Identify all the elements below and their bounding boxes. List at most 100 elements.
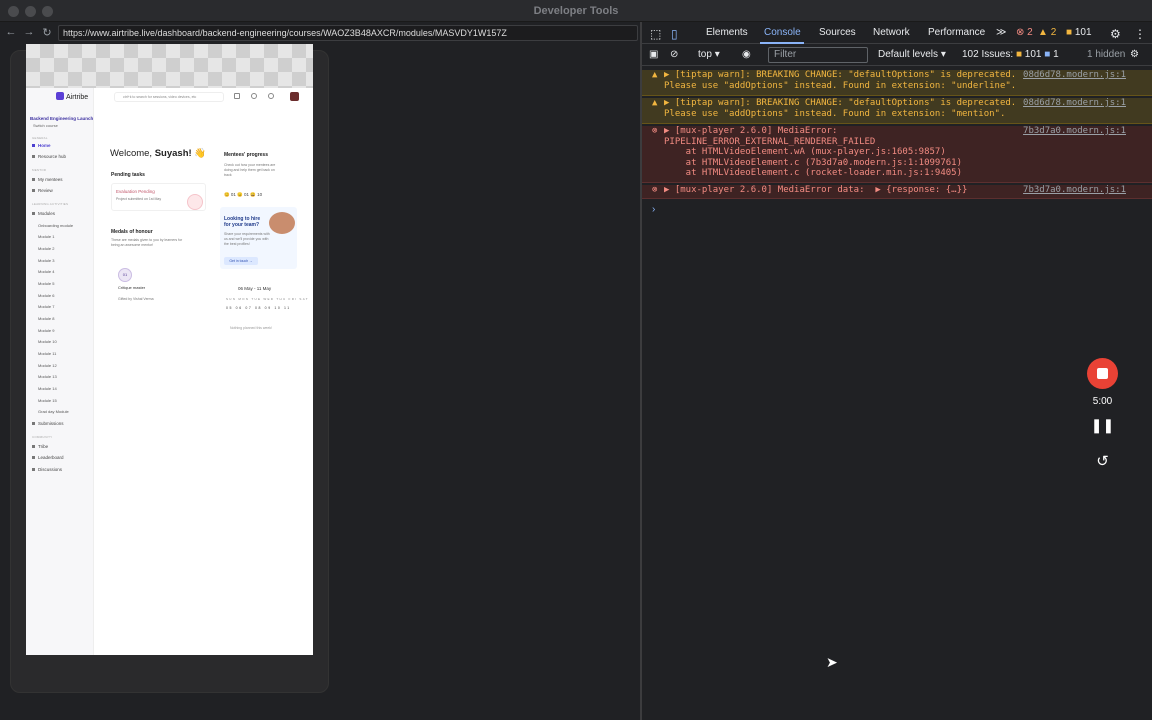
sidebar-item-review[interactable]: Review	[32, 188, 53, 193]
issue-info-icon: ■	[1044, 49, 1051, 60]
console-error-message[interactable]: ⊗ ▶ [mux-player 2.6.0] MediaError: PIPELI…	[642, 126, 1152, 183]
warning-count-badge[interactable]: ▲ 2	[1038, 27, 1056, 38]
sidebar-item-label: Leaderboard	[38, 455, 64, 460]
module-item[interactable]: Grad day Module	[38, 409, 69, 414]
chevron-down-icon: ▾	[714, 49, 720, 60]
module-item[interactable]: Module 13	[38, 374, 57, 379]
module-item[interactable]: Module 10	[38, 339, 57, 344]
console-source-link[interactable]: 7b3d7a0.modern.js:1	[1023, 126, 1126, 137]
eye-icon[interactable]: ◉	[742, 49, 751, 60]
module-item[interactable]: Module 8	[38, 316, 54, 321]
tab-elements[interactable]: Elements	[706, 27, 748, 38]
context-selector[interactable]: top ▾	[698, 49, 720, 60]
back-arrow-icon[interactable]: ←	[4, 26, 18, 38]
console-error-message[interactable]: ⊗ ▶ [mux-player 2.6.0] MediaError data: ▶…	[642, 185, 1152, 199]
restart-icon[interactable]: ↺	[1080, 452, 1125, 470]
sidebar-item-submissions[interactable]: Submissions	[32, 421, 64, 426]
sidebar-item-label: Submissions	[38, 421, 64, 426]
sidebar-item-tribe[interactable]: Tribe	[32, 444, 48, 449]
sidebar-item-resource-hub[interactable]: Resource hub	[32, 154, 66, 159]
tab-console[interactable]: Console	[764, 27, 801, 38]
log-levels-dropdown[interactable]: Default levels ▾	[878, 49, 946, 60]
console-warning-message[interactable]: ▲ ▶ [tiptap warn]: BREAKING CHANGE: "defa…	[642, 98, 1152, 124]
medal-icon: 01	[118, 268, 132, 282]
airtribe-logo[interactable]: Airtribe	[56, 92, 88, 101]
issues-badge[interactable]: ■ 101	[1066, 27, 1092, 38]
filter-input[interactable]: Filter	[768, 47, 868, 63]
logo-text: Airtribe	[66, 94, 89, 101]
sidebar-item-leaderboard[interactable]: Leaderboard	[32, 455, 64, 460]
module-item[interactable]: Module 1	[38, 234, 54, 239]
issues-summary[interactable]: 102 Issues: ■ 101 ■ 1	[962, 49, 1059, 60]
console-source-link[interactable]: 08d6d78.modern.js:1	[1023, 98, 1126, 109]
switch-course-link[interactable]: Switch course	[33, 123, 58, 128]
wave-emoji: 👋	[194, 148, 207, 159]
tribe-icon	[32, 445, 35, 448]
mentees-progress-title[interactable]: Mentees' progress	[224, 152, 268, 158]
console-source-link[interactable]: 08d6d78.modern.js:1	[1023, 70, 1126, 81]
sidebar-item-label: Modules	[38, 211, 56, 216]
forward-arrow-icon[interactable]: →	[22, 26, 36, 38]
get-in-touch-button[interactable]: Get in touch →	[224, 257, 258, 265]
console-warning-message[interactable]: ▲ ▶ [tiptap warn]: BREAKING CHANGE: "defa…	[642, 70, 1152, 96]
module-item[interactable]: Module 14	[38, 386, 57, 391]
gear-icon[interactable]: ⚙	[1110, 27, 1121, 41]
issue-warn-icon: ■	[1015, 49, 1022, 60]
clear-console-icon[interactable]: ⊘	[670, 49, 678, 60]
module-item[interactable]: Module 2	[38, 246, 54, 251]
modules-icon	[32, 212, 35, 215]
sidebar-heading-general: GENERAL	[32, 136, 48, 140]
inspect-icon[interactable]: ⬚	[650, 27, 661, 41]
module-item[interactable]: Module 12	[38, 363, 57, 368]
stop-recording-button[interactable]	[1087, 358, 1118, 389]
sidebar-item-modules[interactable]: Modules	[32, 211, 55, 216]
calendar-dates[interactable]: 05 06 07 08 09 10 11	[226, 306, 291, 310]
console-settings-gear-icon[interactable]: ⚙	[1130, 49, 1139, 60]
search-input[interactable]: ctrl+k to search for sessions, video dev…	[114, 92, 224, 102]
module-item[interactable]: Onboarding module	[38, 223, 73, 228]
sidebar-item-label: Review	[38, 188, 53, 193]
window-titlebar: Developer Tools	[0, 0, 1152, 22]
devtools-tab-bar: ⬚ ▯ Elements Console Sources Network Per…	[642, 22, 1152, 44]
more-tabs-icon[interactable]: ≫	[996, 27, 1006, 38]
medal-name: Critique master	[118, 285, 146, 290]
sidebar-item-label: Home	[38, 143, 51, 148]
error-count-badge[interactable]: ⊗ 2	[1016, 27, 1033, 38]
console-prompt[interactable]: ›	[652, 204, 655, 215]
bell-icon[interactable]	[251, 93, 257, 99]
help-icon[interactable]	[268, 93, 274, 99]
tab-sources[interactable]: Sources	[819, 27, 856, 38]
medals-desc-1: These are medals given to you by learner…	[111, 238, 183, 242]
module-item[interactable]: Module 6	[38, 293, 54, 298]
module-item[interactable]: Module 15	[38, 398, 57, 403]
sidebar-toggle-icon[interactable]: ▣	[649, 49, 658, 60]
reload-icon[interactable]: ↻	[40, 26, 54, 39]
clock-icon	[187, 194, 203, 210]
module-item[interactable]: Module 3	[38, 258, 54, 263]
sidebar-item-discussions[interactable]: Discussions	[32, 467, 62, 472]
issues-warn-count: 101	[1024, 49, 1042, 60]
module-item[interactable]: Module 7	[38, 304, 54, 309]
module-item[interactable]: Module 9	[38, 328, 54, 333]
sidebar-item-my-mentees[interactable]: My mentees	[32, 177, 63, 182]
sidebar-item-home[interactable]: Home	[32, 143, 51, 148]
module-item[interactable]: Module 5	[38, 281, 54, 286]
tab-performance[interactable]: Performance	[928, 27, 985, 38]
avatar[interactable]	[290, 92, 299, 101]
viewport-transparent-area	[26, 44, 313, 88]
sidebar-heading-mentor: MENTOR	[32, 168, 47, 172]
pause-icon[interactable]: ❚❚	[1080, 417, 1125, 434]
kebab-menu-icon[interactable]: ⋮	[1134, 27, 1146, 41]
url-input[interactable]: https://www.airtribe.live/dashboard/back…	[58, 25, 638, 41]
module-item[interactable]: Module 11	[38, 351, 56, 356]
grid-icon[interactable]	[234, 93, 240, 99]
hire-desc-2: us and we'll provide you with	[224, 237, 269, 241]
review-icon	[32, 189, 35, 192]
tab-network[interactable]: Network	[873, 27, 910, 38]
log-levels-label: Default levels	[878, 49, 939, 60]
console-source-link[interactable]: 7b3d7a0.modern.js:1	[1023, 185, 1126, 196]
device-toggle-icon[interactable]: ▯	[671, 27, 678, 41]
sidebar-item-label: Discussions	[38, 467, 63, 472]
issue-flag-icon: ■	[1066, 27, 1073, 38]
module-item[interactable]: Module 4	[38, 269, 54, 274]
